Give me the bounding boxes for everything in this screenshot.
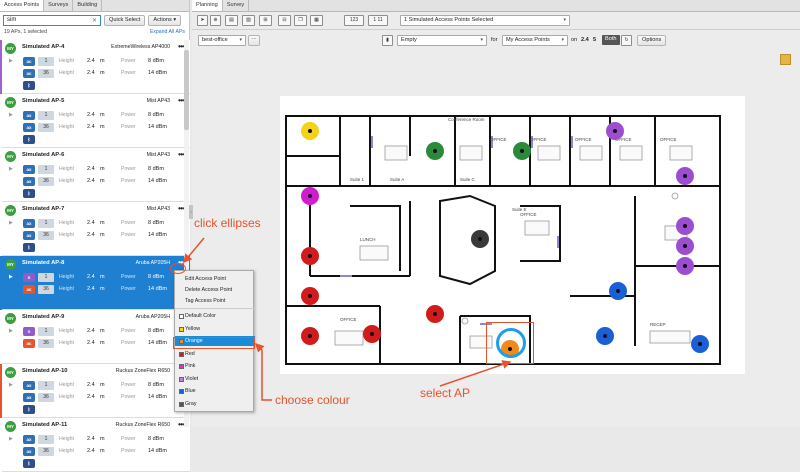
height-unit: m <box>100 436 105 442</box>
arrow-to-selected-ap <box>439 360 512 387</box>
power-value[interactable]: 8 dBm <box>148 436 164 442</box>
arrow-to-ellipses <box>183 237 205 264</box>
radio-standard-badge: ax <box>23 435 35 444</box>
power-value[interactable]: 14 dBm <box>148 448 167 454</box>
ap-bluetooth-row: ᛒ <box>0 459 190 469</box>
power-label: Power <box>121 448 136 454</box>
ap-radio-row: ax 36 Height 2.4 m Power 14 dBm <box>0 447 190 457</box>
radio-channel[interactable]: 36 <box>38 447 54 456</box>
height-label: Height <box>59 436 74 442</box>
height-value[interactable]: 2.4 <box>87 448 95 454</box>
height-value[interactable]: 2.4 <box>87 436 95 442</box>
radio-channel[interactable]: 1 <box>38 435 54 444</box>
bluetooth-icon: ᛒ <box>23 459 35 468</box>
height-label: Height <box>59 448 74 454</box>
arrow-to-orange <box>254 342 272 401</box>
expand-arrow-icon[interactable]: ▶ <box>9 436 13 442</box>
ap-radio-row: ▶ ax 1 Height 2.4 m Power 8 dBm <box>0 435 190 445</box>
height-unit: m <box>100 448 105 454</box>
power-label: Power <box>121 436 136 442</box>
radio-standard-badge: ax <box>23 447 35 456</box>
annotation-arrows <box>183 237 512 401</box>
